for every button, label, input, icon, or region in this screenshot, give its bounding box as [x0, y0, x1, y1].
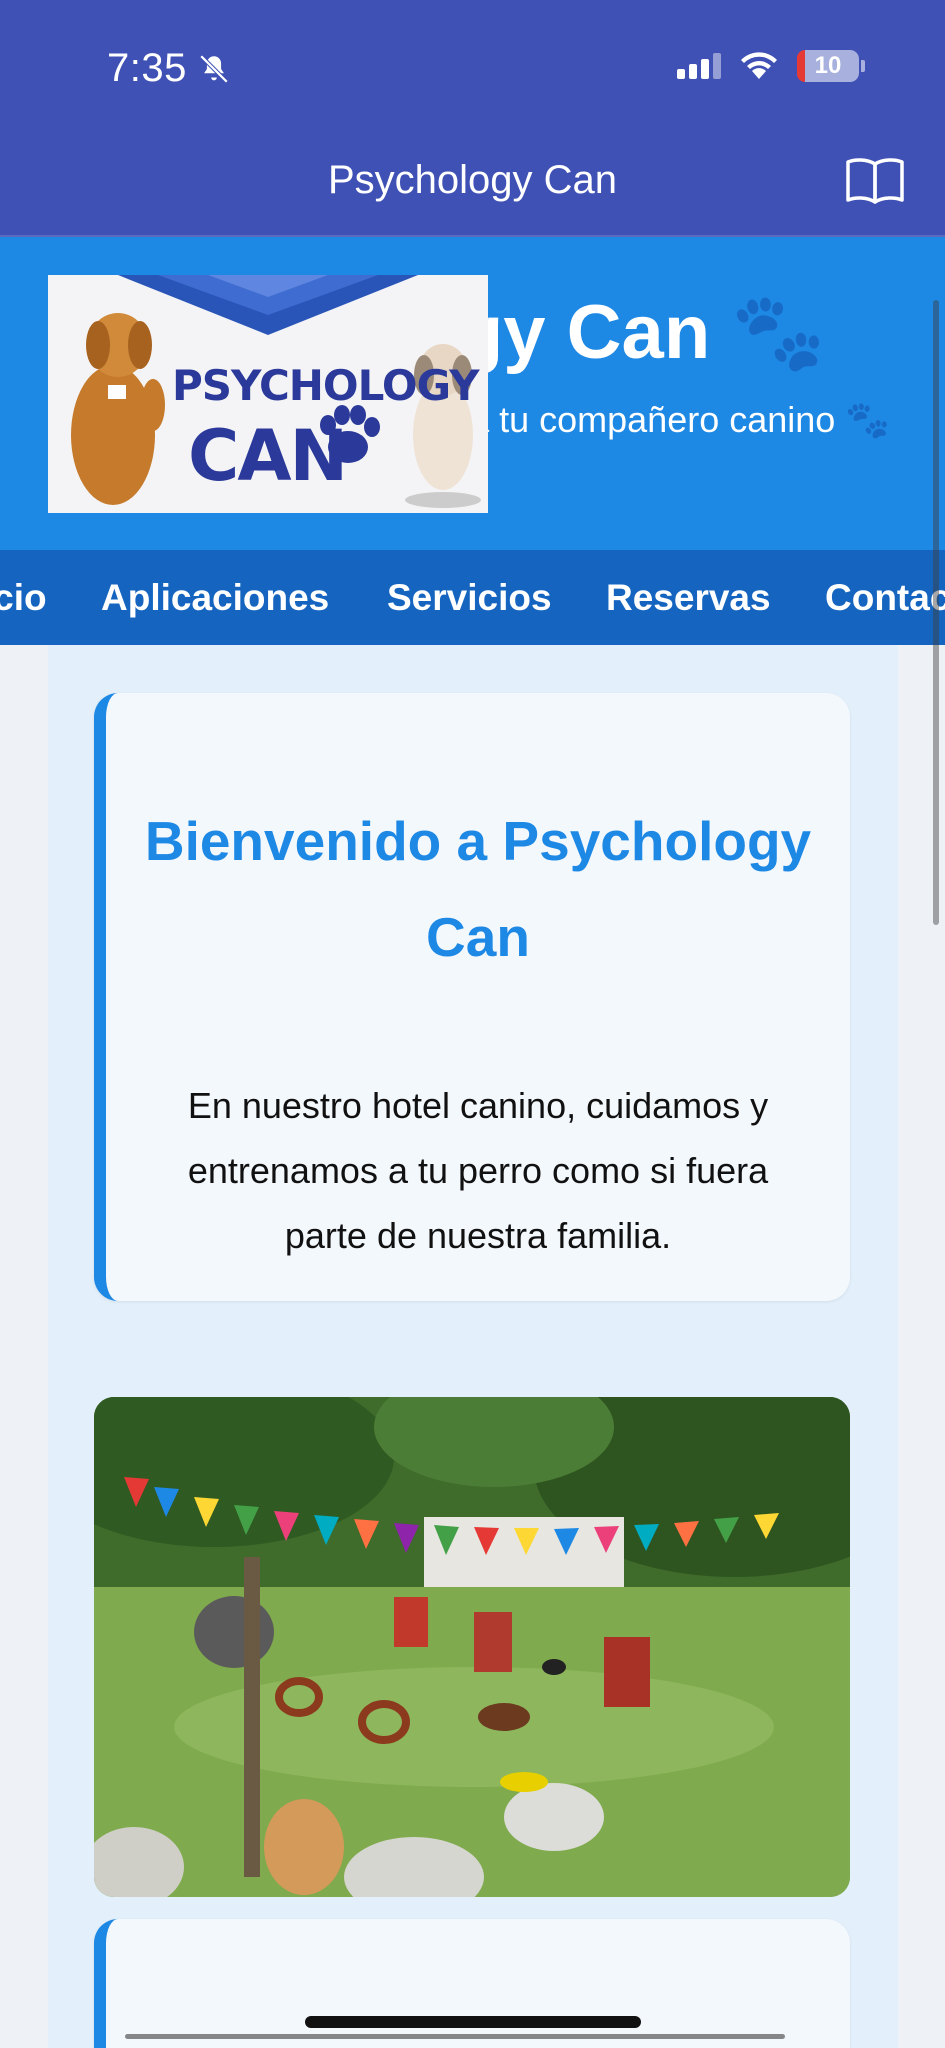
main-content: Bienvenido a Psychology Can En nuestro h… — [48, 645, 898, 2048]
status-time: 7:35 — [107, 46, 231, 91]
app-title: Psychology Can — [327, 158, 618, 202]
scrollbar[interactable] — [933, 300, 939, 925]
logo-text-line1: PSYCHOLOGY — [172, 361, 480, 410]
nav-item-reservas[interactable]: Reservas — [606, 550, 771, 645]
battery-icon: 10 — [797, 50, 859, 82]
hero-header: Psychology Can 🐾 Hotel y entrenamiento p… — [0, 235, 945, 550]
book-icon[interactable] — [845, 156, 905, 204]
status-time-text: 7:35 — [107, 46, 187, 90]
cellular-signal-icon — [677, 53, 721, 79]
home-indicator[interactable] — [305, 2016, 641, 2028]
dog-park-photo — [94, 1397, 850, 1897]
battery-level: 10 — [814, 52, 842, 79]
main-nav: Inicio Aplicaciones Servicios Reservas C… — [0, 550, 945, 645]
wifi-icon — [741, 52, 777, 79]
top-app-bar: 7:35 10 Psychology Can — [0, 0, 945, 235]
nav-item-servicios[interactable]: Servicios — [387, 550, 552, 645]
info-card — [94, 1919, 850, 2048]
nav-item-aplicaciones[interactable]: Aplicaciones — [101, 550, 329, 645]
welcome-title: Bienvenido a Psychology Can — [144, 810, 812, 968]
bottom-divider — [125, 2034, 785, 2039]
bell-slash-icon — [199, 54, 229, 83]
logo-text-line2: CAN — [188, 415, 348, 497]
status-icons: 10 — [677, 50, 865, 82]
nav-item-inicio[interactable]: Inicio — [0, 550, 47, 645]
welcome-text: En nuestro hotel canino, cuidamos y entr… — [187, 1085, 769, 1256]
welcome-card: Bienvenido a Psychology Can En nuestro h… — [94, 693, 850, 1301]
logo: PSYCHOLOGY CAN — [48, 275, 488, 513]
dog-park-image — [94, 1397, 850, 1897]
nav-item-contacto[interactable]: Contacto — [825, 550, 945, 645]
